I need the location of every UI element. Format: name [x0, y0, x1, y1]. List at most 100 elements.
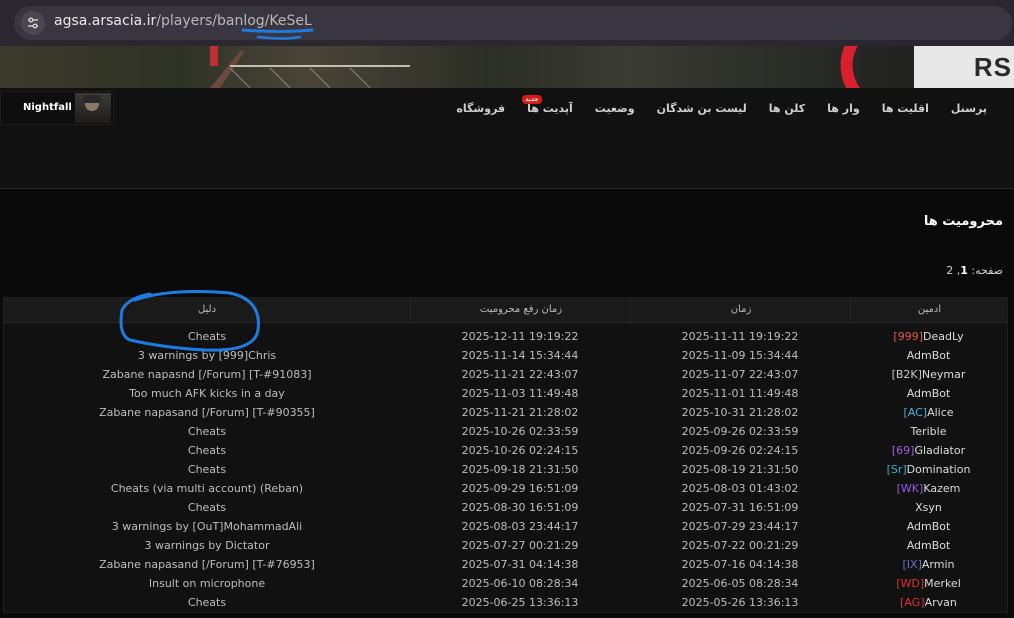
cell-reason: Zabane napasnd [/Forum] [T-#91083]	[102, 368, 312, 381]
nav-item-updates[interactable]: آپدیت ها جدید	[516, 95, 584, 116]
cell-admin[interactable]: [69]Gladiator	[850, 441, 1007, 460]
site-banner: RS	[0, 46, 1014, 88]
cell-admin[interactable]: AdmBot	[850, 384, 1007, 403]
site-logo[interactable]: RS	[974, 52, 1012, 83]
cell-admin[interactable]: [999]DeadLy	[850, 327, 1007, 346]
admin-name[interactable]: AdmBot	[907, 349, 951, 362]
cell-unban-time: 2025-12-11 19:19:22	[461, 330, 579, 343]
cell-reason: Insult on microphone	[148, 577, 266, 590]
main-content: محرومیت ها صفحه: 1, 2 دلیل زمان رفع محرو…	[0, 189, 1014, 618]
url-path: /players/banlog/KeSeL	[156, 13, 312, 29]
table-row: Too much AFK kicks in a day 2025-11-03 11…	[4, 384, 1007, 403]
address-bar[interactable]: agsa.arsacia.ir/players/banlog/KeSeL	[14, 6, 1012, 40]
cell-admin[interactable]: Terible	[850, 422, 1007, 441]
header-reason: دلیل	[197, 304, 217, 315]
table-row: 3 warnings by [OuT]MohammadAli 2025-08-03…	[4, 517, 1007, 536]
cell-unban-time: 2025-11-14 15:34:44	[461, 349, 579, 362]
table-row: 3 warnings by Dictator 2025-07-27 00:21:2…	[4, 536, 1007, 555]
admin-name[interactable]: Neymar	[922, 368, 965, 381]
cell-time: 2025-11-01 11:49:48	[681, 387, 799, 400]
cell-unban-time: 2025-06-10 08:28:34	[461, 577, 579, 590]
user-panel[interactable]: Nightfall	[0, 91, 114, 125]
cell-unban-time: 2025-10-26 02:33:59	[461, 425, 579, 438]
cell-admin[interactable]: AdmBot	[850, 346, 1007, 365]
cell-reason: 3 warnings by [999]Chris	[137, 349, 277, 362]
url-host: agsa.arsacia.ir	[54, 13, 157, 29]
header-admin: ادمین	[850, 298, 1008, 322]
cell-admin[interactable]: [AC]Alice	[850, 403, 1007, 422]
cell-time: 2025-09-26 02:24:15	[681, 444, 799, 457]
admin-clan-tag: [B2K]	[891, 368, 922, 381]
admin-name[interactable]: Merkel	[924, 577, 961, 590]
cell-reason: Cheats	[187, 501, 227, 514]
table-body: Cheats 2025-12-11 19:19:22 2025-11-11 19:1…	[4, 327, 1007, 612]
cell-reason: Cheats	[187, 330, 227, 343]
admin-name[interactable]: Kazem	[923, 482, 960, 495]
tune-icon[interactable]	[21, 11, 45, 35]
cell-admin[interactable]: [WD]Merkel	[850, 574, 1007, 593]
cell-admin[interactable]: Xsyn	[850, 498, 1007, 517]
admin-name[interactable]: AdmBot	[907, 539, 951, 552]
cell-unban-time: 2025-08-03 23:44:17	[461, 520, 579, 533]
cell-time: 2025-07-16 04:14:38	[681, 558, 799, 571]
nav-item-clans[interactable]: کلن ها	[758, 102, 816, 116]
admin-clan-tag: [WK]	[896, 482, 924, 495]
cell-admin[interactable]: [B2K]Neymar	[850, 365, 1007, 384]
admin-name[interactable]: Domination	[907, 463, 971, 476]
table-header: دلیل زمان رفع محرومیت زمان ادمین	[4, 298, 1007, 323]
banner-artwork	[210, 46, 410, 88]
pagination: صفحه: 1, 2	[946, 264, 1003, 277]
admin-clan-tag: [AG]	[900, 596, 925, 609]
url-text[interactable]: agsa.arsacia.ir/players/banlog/KeSeL	[54, 13, 312, 29]
logo-ring-shape	[825, 46, 969, 88]
nav-item-staff[interactable]: پرسنل	[940, 102, 998, 116]
username[interactable]: Nightfall	[23, 102, 72, 113]
page-link-2[interactable]: 2	[946, 264, 953, 277]
nav-item-banlist[interactable]: لیست بن شدگان	[646, 102, 758, 116]
cell-time: 2025-11-07 22:43:07	[681, 368, 799, 381]
cell-time: 2025-08-19 21:31:50	[681, 463, 799, 476]
cell-admin[interactable]: [WK]Kazem	[850, 479, 1007, 498]
admin-name[interactable]: Arvan	[925, 596, 957, 609]
nav-item-minorities[interactable]: اقلیت ها	[871, 102, 940, 116]
nav-item-wars[interactable]: وار ها	[816, 102, 871, 116]
cell-time: 2025-07-31 16:51:09	[681, 501, 799, 514]
cell-time: 2025-11-11 19:19:22	[681, 330, 799, 343]
admin-name[interactable]: AdmBot	[907, 520, 951, 533]
table-row: Cheats 2025-06-25 13:36:13 2025-05-26 13:3…	[4, 593, 1007, 612]
cell-unban-time: 2025-08-30 16:51:09	[461, 501, 579, 514]
cell-admin[interactable]: [Sr]Domination	[850, 460, 1007, 479]
cell-admin[interactable]: AdmBot	[850, 536, 1007, 555]
cell-time: 2025-11-09 15:34:44	[681, 349, 799, 362]
table-row: Cheats 2025-08-30 16:51:09 2025-07-31 16:5…	[4, 498, 1007, 517]
nav-item-status[interactable]: وضعیت	[584, 102, 646, 116]
admin-name[interactable]: Armin	[922, 558, 955, 571]
page-title: محرومیت ها	[923, 214, 1003, 229]
admin-name[interactable]: Gladiator	[914, 444, 965, 457]
admin-name[interactable]: Xsyn	[915, 501, 942, 514]
admin-clan-tag: [IX]	[902, 558, 922, 571]
admin-name[interactable]: Terible	[910, 425, 946, 438]
cell-reason: Too much AFK kicks in a day	[129, 387, 285, 400]
table-row: 3 warnings by [999]Chris 2025-11-14 15:34…	[4, 346, 1007, 365]
cell-admin[interactable]: [IX]Armin	[850, 555, 1007, 574]
avatar[interactable]	[75, 93, 111, 123]
main-navigation: Nightfall پرسنل اقلیت ها وار ها کلن ها ل…	[0, 88, 1014, 189]
admin-name[interactable]: DeadLy	[923, 330, 964, 343]
table-row: Zabane napasnd [/Forum] [T-#91083] 2025-1…	[4, 365, 1007, 384]
table-row: Cheats 2025-10-26 02:33:59 2025-09-26 02:3…	[4, 422, 1007, 441]
admin-name[interactable]: Alice	[927, 406, 953, 419]
cell-time: 2025-09-26 02:33:59	[681, 425, 799, 438]
cell-admin[interactable]: [AG]Arvan	[850, 593, 1007, 612]
cell-reason: Cheats	[187, 463, 227, 476]
admin-name[interactable]: AdmBot	[907, 387, 951, 400]
cell-reason: Cheats	[187, 596, 227, 609]
cell-time: 2025-06-05 08:28:34	[681, 577, 799, 590]
page-link-1[interactable]: 1	[960, 264, 968, 277]
cell-reason: Cheats	[187, 444, 227, 457]
header-unban-time: زمان رفع محرومیت	[410, 298, 631, 322]
cell-admin[interactable]: AdmBot	[850, 517, 1007, 536]
cell-unban-time: 2025-09-18 21:31:50	[461, 463, 579, 476]
table-row: Zabane napasand [/Forum] [T-#90355] 2025-…	[4, 403, 1007, 422]
nav-item-shop[interactable]: فروشگاه	[445, 102, 516, 116]
